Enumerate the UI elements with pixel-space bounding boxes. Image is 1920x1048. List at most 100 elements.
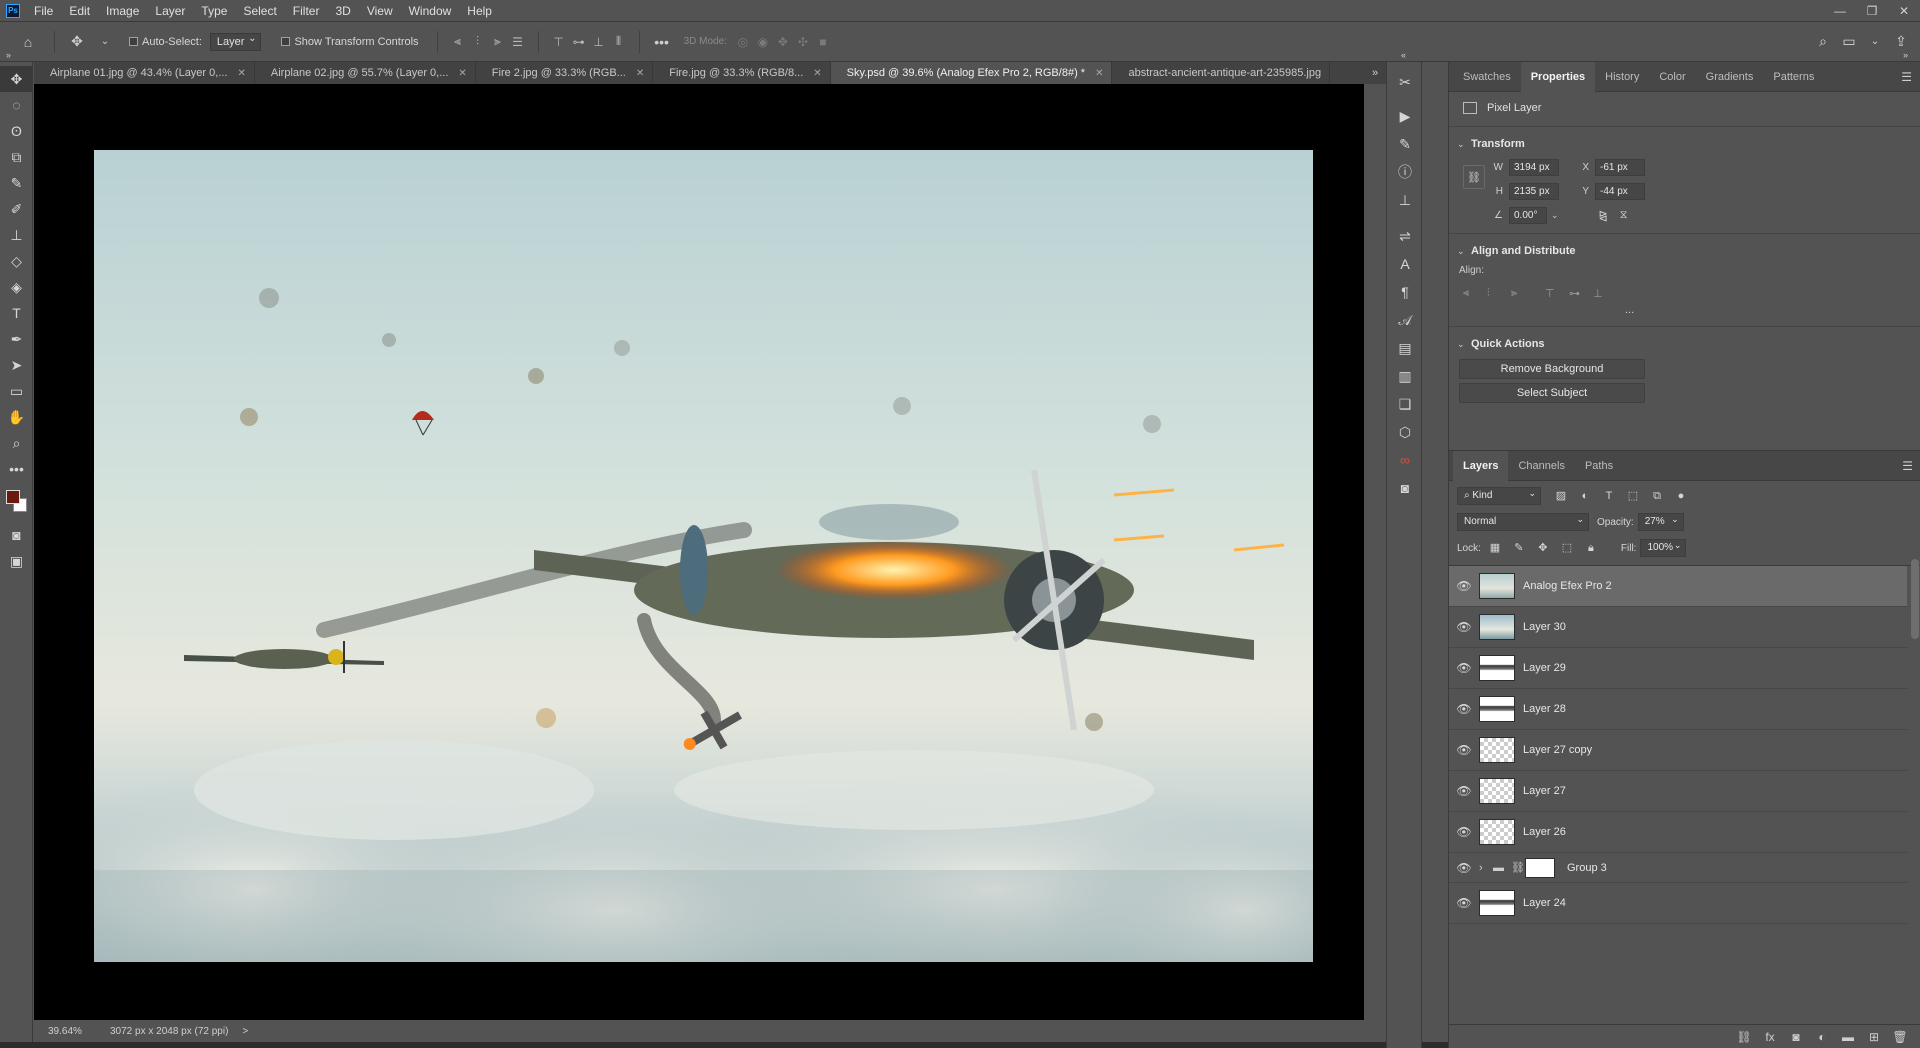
layer-name[interactable]: Layer 24 [1523,897,1566,909]
align-middle-icon[interactable]: ⊶ [569,35,589,49]
object-select-tool-icon[interactable]: ⧉ [0,144,33,170]
menu-file[interactable]: File [26,0,61,22]
height-field[interactable]: 2135 px [1509,182,1559,200]
search-icon[interactable]: ⌕ [1810,33,1836,50]
show-transform-controls-checkbox[interactable]: Show Transform Controls [281,36,419,48]
tab-history[interactable]: History [1595,62,1649,92]
tools-preset-icon[interactable]: ✂ [1387,68,1423,96]
menu-filter[interactable]: Filter [285,0,328,22]
hand-tool-icon[interactable]: ✋ [0,404,33,430]
paint-bucket-tool-icon[interactable]: ◈ [0,274,33,300]
menu-select[interactable]: Select [235,0,284,22]
tab-channels[interactable]: Channels [1508,451,1574,481]
tab-swatches[interactable]: Swatches [1453,62,1521,92]
close-icon[interactable]: ✕ [238,68,246,79]
quick-actions-section[interactable]: ⌄ Quick Actions [1449,333,1920,355]
opacity-field[interactable]: 27% [1637,511,1684,531]
tab-sky[interactable]: Sky.psd @ 39.6% (Analog Efex Pro 2, RGB/… [830,62,1113,84]
layer-style-icon[interactable]: fx [1757,1030,1783,1044]
adjustments-icon[interactable]: ⇌ [1387,222,1423,250]
pen-tool-icon[interactable]: ✒ [0,326,33,352]
brush-tool-icon[interactable]: ✐ [0,196,33,222]
link-layers-icon[interactable]: ⛓ [1731,1030,1757,1044]
align-top-icon[interactable]: ⊤ [549,35,569,49]
screen-mode-icon[interactable]: ▣ [0,548,33,574]
tab-layers[interactable]: Layers [1453,450,1509,481]
layers-scrollbar[interactable] [1911,559,1919,639]
new-group-icon[interactable]: ▬ [1835,1030,1861,1044]
layer-name[interactable]: Layer 30 [1523,621,1566,633]
filter-type-icon[interactable]: T [1597,490,1621,502]
layer-name[interactable]: Layer 27 [1523,785,1566,797]
menu-layer[interactable]: Layer [147,0,193,22]
align-bottom-edges-icon[interactable]: ⊥ [1593,287,1617,300]
y-field[interactable]: -44 px [1595,182,1645,200]
lock-artboard-icon[interactable]: ⬚ [1555,541,1579,554]
eye-icon[interactable]: 👁︎ [1449,620,1479,634]
chevron-down-icon[interactable]: ⌄ [1551,210,1559,221]
filter-smart-object-icon[interactable]: ⧉ [1645,490,1669,503]
zoom-tool-icon[interactable]: ⌕ [0,430,33,456]
blend-mode-dropdown[interactable]: Normal [1457,511,1589,531]
layer-row[interactable]: 👁︎ Layer 24 [1449,883,1907,924]
filter-toggle-icon[interactable]: ● [1669,490,1693,502]
align-right-icon[interactable]: ⫸ [488,34,508,49]
menu-3d[interactable]: 3D [327,0,358,22]
minimize-icon[interactable]: — [1824,4,1856,18]
eye-icon[interactable]: 👁︎ [1449,896,1479,910]
actions-play-icon[interactable]: ▶ [1387,102,1423,130]
tab-patterns[interactable]: Patterns [1763,62,1824,92]
tab-airplane-02[interactable]: Airplane 02.jpg @ 55.7% (Layer 0,... ✕ [255,62,476,84]
layer-row[interactable]: 👁︎ Layer 30 [1449,607,1907,648]
layer-row[interactable]: 👁︎ Analog Efex Pro 2 [1449,566,1907,607]
tab-properties[interactable]: Properties [1520,61,1596,92]
restore-icon[interactable]: ❐ [1856,4,1888,18]
more-tabs-icon[interactable]: » [1364,62,1386,84]
new-layer-icon[interactable]: ⊞ [1861,1030,1887,1044]
layer-row[interactable]: 👁︎ Layer 27 [1449,771,1907,812]
layer-row[interactable]: 👁︎ Layer 27 copy [1449,730,1907,771]
zoom-level[interactable]: 39.64% [34,1026,98,1037]
close-icon[interactable]: ✕ [458,68,466,79]
menu-window[interactable]: Window [401,0,460,22]
path-select-tool-icon[interactable]: ➤ [0,352,33,378]
eye-icon[interactable]: 👁︎ [1449,825,1479,839]
panel-menu-icon[interactable]: ☰ [1902,459,1913,473]
link-icon[interactable]: ⛓ [1463,165,1485,189]
eye-icon[interactable]: 👁︎ [1449,702,1479,716]
layer-name[interactable]: Group 3 [1567,862,1607,874]
status-menu-arrow[interactable]: > [242,1026,248,1037]
close-icon[interactable]: ✕ [636,68,644,79]
trash-icon[interactable]: 🗑︎ [1887,1030,1913,1044]
eye-icon[interactable]: 👁︎ [1449,784,1479,798]
distribute-icon[interactable]: ☰ [508,35,528,49]
tab-fire-2[interactable]: Fire 2.jpg @ 33.3% (RGB... ✕ [476,62,654,84]
layer-row[interactable]: 👁︎ Layer 26 [1449,812,1907,853]
lasso-tool-icon[interactable]: ʘ [0,118,33,144]
quick-mask-icon[interactable]: ◙ [0,522,33,548]
layer-row[interactable]: 👁︎ Layer 28 [1449,689,1907,730]
foreground-color-swatch[interactable] [6,490,20,504]
collapse-icon[interactable]: » [1903,50,1908,60]
eye-icon[interactable]: 👁︎ [1449,743,1479,757]
align-right-edges-icon[interactable]: ⫸ [1511,287,1545,300]
menu-image[interactable]: Image [98,0,147,22]
layer-name[interactable]: Layer 27 copy [1523,744,1592,756]
auto-select-checkbox[interactable]: Auto-Select: [129,36,202,48]
width-field[interactable]: 3194 px [1509,158,1559,176]
menu-view[interactable]: View [359,0,401,22]
shape-tool-icon[interactable]: ▭ [0,378,33,404]
filter-adjustment-icon[interactable]: ◐ [1573,490,1597,502]
align-center-icon[interactable]: ⫶ [468,34,488,49]
flip-horizontal-icon[interactable]: ⧎ [1599,209,1608,222]
filter-pixel-icon[interactable]: ▨ [1549,489,1573,502]
align-horizontal-centers-icon[interactable]: ⫶ [1487,287,1511,300]
eye-icon[interactable]: 👁︎ [1449,861,1479,875]
character-icon[interactable]: A [1387,250,1423,278]
move-tool-icon[interactable]: ✥ [65,30,89,54]
tab-color[interactable]: Color [1649,62,1695,92]
auto-select-dropdown[interactable]: Layer [209,31,262,51]
stamp-tool-icon[interactable]: ⊥ [0,222,33,248]
layer-filter-kind[interactable]: ⌕ Kind [1457,485,1541,505]
marquee-tool-icon[interactable]: ◌ [0,92,33,118]
